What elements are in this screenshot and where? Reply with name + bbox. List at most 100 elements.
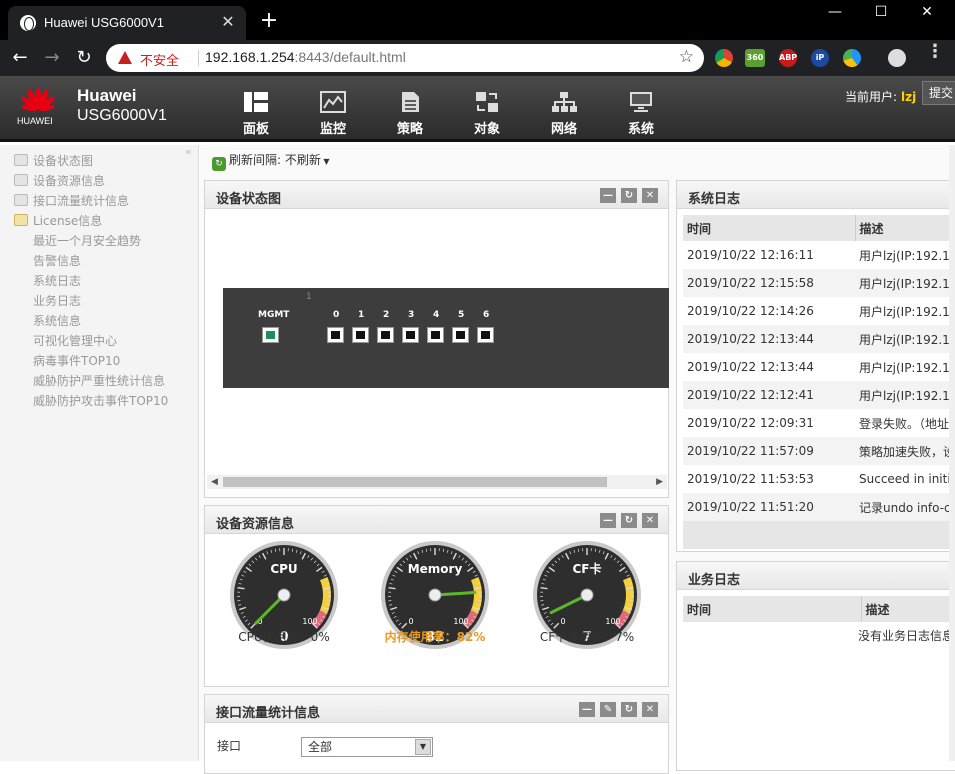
menu-system[interactable]: 系统	[616, 91, 666, 137]
panel-header: 设备状态图 — ↻ ✕	[205, 181, 668, 209]
minimize-window-button[interactable]: —	[812, 0, 858, 24]
sidebar-subitem-threat-severity[interactable]: 威胁防护严重性统计信息	[33, 372, 165, 390]
ethernet-port[interactable]	[352, 327, 369, 343]
profile-avatar-icon[interactable]	[888, 49, 906, 67]
column-header-time[interactable]: 时间	[683, 596, 861, 622]
menu-policy[interactable]: 策略	[385, 91, 435, 137]
colorful-extension-icon[interactable]	[843, 49, 861, 67]
column-header-desc[interactable]: 描述	[861, 596, 955, 622]
sidebar-item-interface-traffic[interactable]: 接口流量统计信息	[14, 192, 129, 210]
column-header-time[interactable]: 时间	[683, 215, 855, 241]
ethernet-port[interactable]	[327, 327, 344, 343]
log-desc: 用户lzj(IP:192.168.1	[855, 297, 955, 325]
dropdown-arrow-icon: ▼	[321, 157, 330, 166]
edit-panel-icon[interactable]: ✎	[600, 702, 616, 717]
menu-object[interactable]: 对象	[462, 91, 512, 137]
horizontal-scrollbar[interactable]: ◀ ▶	[207, 475, 667, 489]
commit-button[interactable]: 提交	[922, 81, 955, 105]
page-vertical-scrollbar[interactable]	[949, 145, 955, 761]
chrome-extension-icon[interactable]	[715, 49, 733, 67]
browser-toolbar: ← → ↻ 不安全 192.168.1.254:8443/default.htm…	[0, 40, 955, 76]
menu-monitor[interactable]: 监控	[308, 91, 358, 137]
log-desc: 策略加速失败，设	[855, 437, 955, 465]
minimize-panel-icon[interactable]: —	[600, 188, 616, 203]
sidebar-item-label: 设备状态图	[33, 154, 93, 168]
sidebar-subitem-virus-top10[interactable]: 病毒事件TOP10	[33, 352, 120, 370]
security-label[interactable]: 不安全	[140, 50, 179, 69]
interface-select[interactable]: 全部 ▼	[301, 737, 433, 757]
table-row[interactable]: 2019/10/22 12:13:44用户lzj(IP:192.168.1	[683, 353, 955, 381]
panel-header: 接口流量统计信息 — ✎ ↻ ✕	[205, 695, 668, 723]
gauge-warning-band	[474, 579, 478, 613]
table-row[interactable]: 2019/10/22 12:14:26用户lzj(IP:192.168.1	[683, 297, 955, 325]
new-tab-button[interactable]: +	[256, 8, 282, 34]
refresh-panel-icon[interactable]: ↻	[621, 513, 637, 528]
table-row[interactable]: 2019/10/22 12:15:58用户lzj(IP:192.168.1	[683, 269, 955, 297]
forward-button[interactable]: →	[40, 46, 64, 70]
back-button[interactable]: ←	[8, 46, 32, 70]
menu-dashboard[interactable]: 面板	[231, 91, 281, 137]
mgmt-port[interactable]	[262, 327, 279, 343]
warning-icon	[118, 51, 132, 64]
close-tab-icon[interactable]: ✕	[218, 12, 238, 32]
maximize-window-button[interactable]: ☐	[858, 0, 904, 24]
table-row[interactable]: 2019/10/22 11:53:53Succeed in initiali	[683, 465, 955, 493]
huawei-logo-icon	[20, 86, 56, 112]
sidebar-subitem-threat-attack-top10[interactable]: 威胁防护攻击事件TOP10	[33, 392, 168, 410]
scrollbar-thumb[interactable]	[223, 477, 607, 487]
refresh-panel-icon[interactable]: ↻	[621, 188, 637, 203]
ethernet-port[interactable]	[377, 327, 394, 343]
menu-network[interactable]: 网络	[539, 91, 589, 137]
chevron-down-icon[interactable]: ▼	[415, 739, 431, 755]
sidebar-item-label: 接口流量统计信息	[33, 194, 129, 208]
refresh-interval[interactable]: ↻刷新间隔: 不刷新 ▼	[212, 151, 330, 171]
sidebar-subitem-alarm[interactable]: 告警信息	[33, 252, 81, 270]
ethernet-port[interactable]	[402, 327, 419, 343]
sidebar: « 设备状态图 设备资源信息 接口流量统计信息 License信息 最近一个月安…	[0, 145, 199, 761]
device-resource-panel: 设备资源信息 — ↻ ✕ CPU01000 Memory010082 CF卡01…	[204, 505, 669, 687]
minimize-panel-icon[interactable]: —	[600, 513, 616, 528]
close-window-button[interactable]: ✕	[904, 0, 950, 24]
sidebar-item-license[interactable]: License信息	[14, 212, 102, 230]
minimize-panel-icon[interactable]: —	[579, 702, 595, 717]
table-row[interactable]: 2019/10/22 11:51:20记录undo info-cen	[683, 493, 955, 521]
sidebar-subitem-visual-center[interactable]: 可视化管理中心	[33, 332, 117, 350]
table-row[interactable]: 2019/10/22 12:09:31登录失败。（地址	[683, 409, 955, 437]
address-bar[interactable]: 不安全 192.168.1.254:8443/default.html ☆	[106, 44, 704, 72]
sidebar-subitem-business-log[interactable]: 业务日志	[33, 292, 81, 310]
logo-wordmark: HUAWEI	[17, 116, 53, 126]
ethernet-port[interactable]	[427, 327, 444, 343]
sidebar-subitem-security-trend[interactable]: 最近一个月安全趋势	[33, 232, 141, 250]
360-extension-icon[interactable]: 360	[745, 49, 765, 67]
sidebar-item-device-resource[interactable]: 设备资源信息	[14, 172, 105, 190]
reload-button[interactable]: ↻	[72, 46, 96, 70]
ethernet-port[interactable]	[452, 327, 469, 343]
cf-card-usage-caption: CF卡使用率：7%	[517, 628, 657, 645]
ip-extension-icon[interactable]: iP	[811, 49, 829, 67]
mgmt-label: MGMT	[258, 310, 289, 320]
table-row[interactable]: 2019/10/22 12:13:44用户lzj(IP:192.168.1	[683, 325, 955, 353]
log-time: 2019/10/22 12:14:26	[683, 297, 855, 325]
app-header: HUAWEI Huawei USG6000V1 面板 监控 策略 对象 网络 系…	[0, 76, 955, 142]
table-row[interactable]: 2019/10/22 12:12:41用户lzj(IP:192.168.1	[683, 381, 955, 409]
collapse-sidebar-icon[interactable]: «	[185, 145, 192, 158]
close-panel-icon[interactable]: ✕	[642, 513, 658, 528]
browser-menu-icon[interactable]: ⋮	[926, 40, 944, 64]
scroll-left-icon[interactable]: ◀	[211, 475, 218, 489]
table-row[interactable]: 2019/10/22 12:16:11用户lzj(IP:192.168.1	[683, 241, 955, 269]
sidebar-item-device-status[interactable]: 设备状态图	[14, 152, 93, 170]
sidebar-subitem-system-log[interactable]: 系统日志	[33, 272, 81, 290]
close-panel-icon[interactable]: ✕	[642, 702, 658, 717]
adblock-extension-icon[interactable]: ABP	[779, 49, 797, 67]
column-header-desc[interactable]: 描述	[855, 215, 955, 241]
close-panel-icon[interactable]: ✕	[642, 188, 658, 203]
ethernet-port[interactable]	[477, 327, 494, 343]
sidebar-subitem-system-info[interactable]: 系统信息	[33, 312, 81, 330]
url-text[interactable]: 192.168.1.254:8443/default.html	[205, 49, 406, 65]
browser-tab[interactable]: Huawei USG6000V1 ✕	[8, 6, 246, 40]
panel-title: 接口流量统计信息	[216, 702, 320, 721]
refresh-panel-icon[interactable]: ↻	[621, 702, 637, 717]
scroll-right-icon[interactable]: ▶	[656, 475, 663, 489]
table-row[interactable]: 2019/10/22 11:57:09策略加速失败，设	[683, 437, 955, 465]
bookmark-star-icon[interactable]: ☆	[679, 47, 694, 67]
